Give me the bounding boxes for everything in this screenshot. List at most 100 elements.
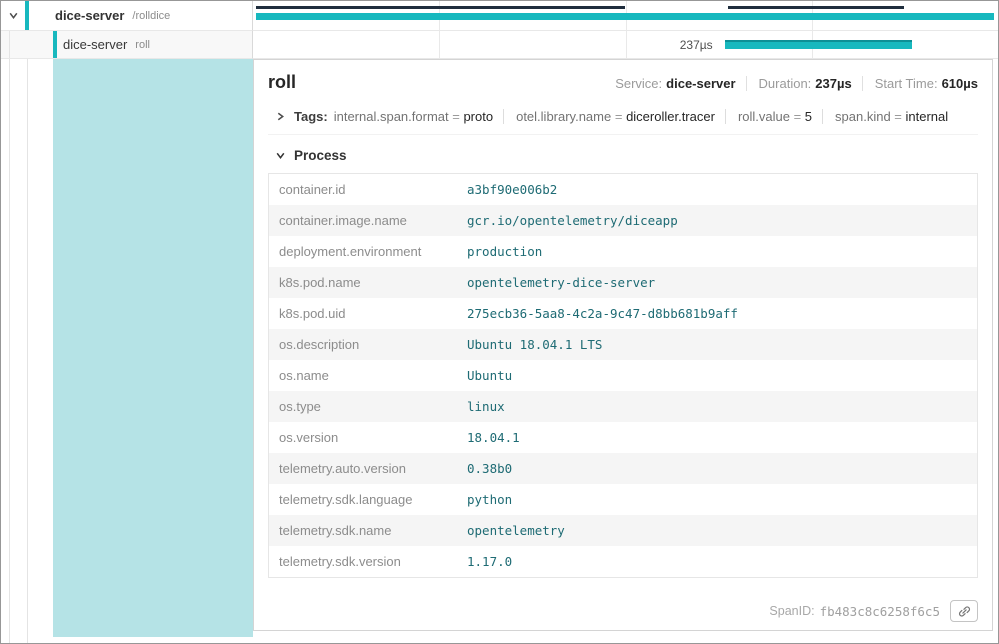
kv-key: container.image.name (269, 205, 458, 236)
kv-key: k8s.pod.name (269, 267, 458, 298)
tree-indent-guide (9, 31, 10, 58)
table-row: telemetry.sdk.version 1.17.0 (269, 546, 978, 578)
table-row: container.id a3bf90e006b2 (269, 174, 978, 206)
timeline-row-roll: 237µs (253, 31, 998, 59)
kv-value: gcr.io/opentelemetry/diceapp (457, 205, 978, 236)
operation-name: roll (135, 39, 150, 51)
kv-key: os.type (269, 391, 458, 422)
table-row: container.image.name gcr.io/opentelemetr… (269, 205, 978, 236)
kv-value: Ubuntu 18.04.1 LTS (457, 329, 978, 360)
kv-value: opentelemetry (457, 515, 978, 546)
tag-value: diceroller.tracer (626, 109, 715, 124)
selected-span-color-block (53, 59, 253, 637)
kv-key: container.id (269, 174, 458, 206)
span-meta-item: Start Time: 610µs (862, 76, 978, 91)
tag-item: roll.value5 (725, 109, 812, 124)
meta-value: 237µs (815, 76, 851, 91)
kv-value: 275ecb36-5aa8-4c2a-9c47-d8bb681b9aff (457, 298, 978, 329)
span-bar-roll[interactable] (725, 40, 912, 49)
span-bar-rolldice[interactable] (256, 13, 994, 20)
span-duration-label: 237µs (253, 38, 713, 52)
span-detail-panel: roll Service: dice-server Duration:237µs … (253, 59, 993, 631)
jaeger-trace-detail-view: dice-server /rolldice dice-server roll 2… (0, 0, 999, 644)
table-row: telemetry.sdk.language python (269, 484, 978, 515)
timeline-row-rolldice (253, 1, 998, 31)
kv-key: os.version (269, 422, 458, 453)
table-row: os.description Ubuntu 18.04.1 LTS (269, 329, 978, 360)
kv-key: telemetry.sdk.name (269, 515, 458, 546)
tags-summary: internal.span.formatproto otel.library.n… (334, 109, 948, 124)
service-name: dice-server (55, 8, 124, 23)
meta-label: Duration: (759, 76, 812, 91)
kv-value: linux (457, 391, 978, 422)
tag-value: 5 (805, 109, 812, 124)
kv-value: 1.17.0 (457, 546, 978, 578)
table-row: deployment.environment production (269, 236, 978, 267)
span-name-cell-roll[interactable]: dice-server roll (1, 31, 253, 59)
tag-value: internal (906, 109, 949, 124)
minimap-span-line (728, 6, 904, 9)
chevron-down-icon[interactable] (5, 10, 21, 21)
kv-value: 18.04.1 (457, 422, 978, 453)
tags-label: Tags: (294, 109, 328, 124)
meta-label: Service: (615, 76, 662, 91)
span-detail-header: roll Service: dice-server Duration:237µs … (268, 72, 978, 93)
operation-name: /rolldice (132, 10, 170, 22)
meta-label: Start Time: (875, 76, 938, 91)
link-icon (957, 604, 972, 619)
table-row: telemetry.sdk.name opentelemetry (269, 515, 978, 546)
spanid-label: SpanID: (769, 604, 814, 618)
process-accordion[interactable]: Process (268, 148, 978, 163)
service-name: dice-server (63, 37, 127, 52)
table-row: os.version 18.04.1 (269, 422, 978, 453)
span-name-cell-rolldice[interactable]: dice-server /rolldice (1, 1, 253, 31)
tree-indent-guide (9, 59, 10, 643)
chevron-right-icon[interactable] (272, 111, 288, 122)
process-kv-rows: container.id a3bf90e006b2 container.imag… (269, 174, 978, 578)
span-link-button[interactable] (950, 600, 978, 622)
chevron-down-icon[interactable] (272, 150, 288, 161)
span-row-roll: dice-server roll 237µs (1, 31, 998, 59)
table-row: telemetry.auto.version 0.38b0 (269, 453, 978, 484)
span-title: roll (268, 72, 296, 93)
kv-key: deployment.environment (269, 236, 458, 267)
minimap-span-line (256, 6, 626, 9)
process-label: Process (294, 148, 347, 163)
span-meta-item: Duration:237µs (746, 76, 852, 91)
kv-key: telemetry.sdk.language (269, 484, 458, 515)
tag-key: span.kind (835, 109, 905, 124)
span-color-bar (25, 1, 29, 30)
kv-key: telemetry.auto.version (269, 453, 458, 484)
table-row: os.name Ubuntu (269, 360, 978, 391)
span-row-rolldice: dice-server /rolldice (1, 1, 998, 31)
meta-value: 610µs (942, 76, 978, 91)
kv-key: os.description (269, 329, 458, 360)
kv-value: Ubuntu (457, 360, 978, 391)
kv-value: opentelemetry-dice-server (457, 267, 978, 298)
tag-item: otel.library.namediceroller.tracer (503, 109, 715, 124)
span-meta: Service: dice-server Duration:237µs Start… (615, 76, 978, 91)
tag-key: internal.span.format (334, 109, 464, 124)
kv-key: k8s.pod.uid (269, 298, 458, 329)
kv-value: 0.38b0 (457, 453, 978, 484)
kv-value: python (457, 484, 978, 515)
kv-key: os.name (269, 360, 458, 391)
tag-value: proto (463, 109, 493, 124)
detail-left-column (1, 59, 253, 643)
tag-item: span.kindinternal (822, 109, 948, 124)
tree-indent-guide (27, 59, 28, 643)
kv-value: production (457, 236, 978, 267)
span-detail-footer: SpanID: fb483c8c6258f6c5 (268, 592, 978, 622)
table-row: k8s.pod.uid 275ecb36-5aa8-4c2a-9c47-d8bb… (269, 298, 978, 329)
process-kv-table: container.id a3bf90e006b2 container.imag… (268, 173, 978, 578)
tags-accordion[interactable]: Tags: internal.span.formatproto otel.lib… (268, 109, 978, 135)
spanid-value: fb483c8c6258f6c5 (820, 604, 940, 619)
span-detail-area: roll Service: dice-server Duration:237µs … (1, 59, 998, 643)
kv-key: telemetry.sdk.version (269, 546, 458, 578)
span-color-bar (53, 31, 57, 58)
span-meta-item: Service: dice-server (615, 76, 735, 91)
meta-value: dice-server (666, 76, 735, 91)
table-row: os.type linux (269, 391, 978, 422)
tag-item: internal.span.formatproto (334, 109, 493, 124)
tag-key: roll.value (738, 109, 805, 124)
